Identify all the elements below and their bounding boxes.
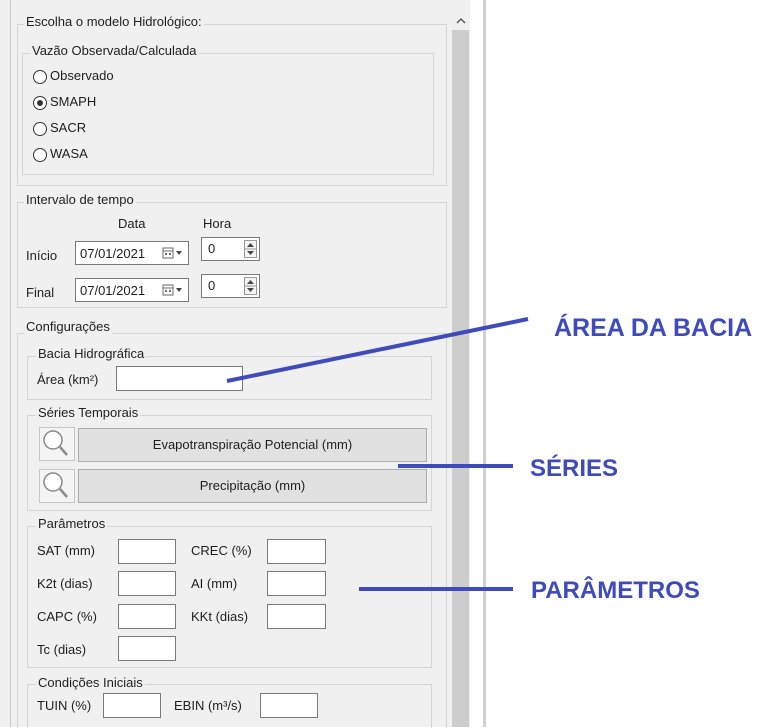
annotation-lines [226, 317, 529, 591]
area-pointer-line [226, 317, 529, 383]
series-annotation-label: SÉRIES [530, 455, 619, 482]
params-annotation-label: PARÂMETROS [531, 577, 700, 604]
area-annotation-label: ÁREA DA BACIA [554, 314, 753, 342]
